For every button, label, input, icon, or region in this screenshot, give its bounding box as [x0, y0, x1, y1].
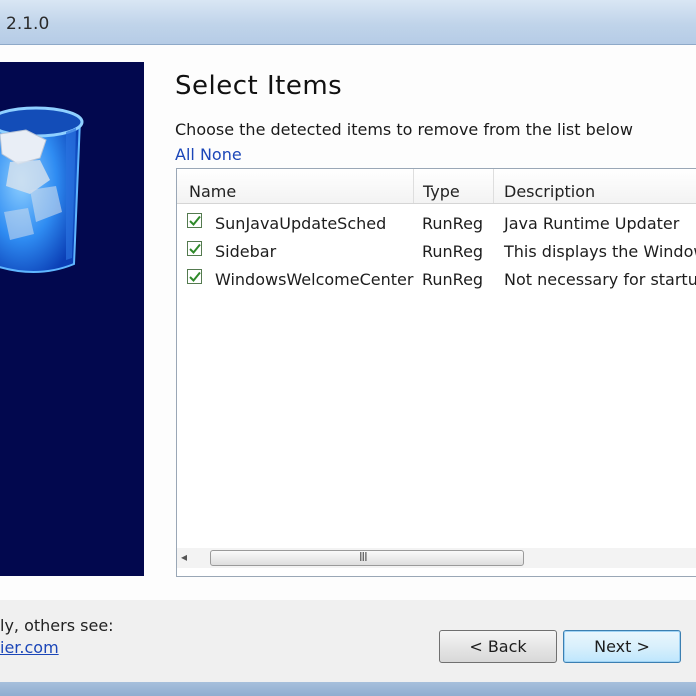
item-name: SunJavaUpdateSched [215, 214, 387, 233]
select-links: All None [175, 145, 242, 164]
scroll-left-icon[interactable]: ◂ [181, 550, 187, 564]
item-description: Not necessary for startu [504, 270, 696, 289]
window-title: 2.1.0 [6, 14, 50, 34]
checkmark-icon [189, 243, 201, 254]
checkmark-icon [189, 215, 201, 226]
list-item[interactable]: SunJavaUpdateSched RunReg Java Runtime U… [177, 210, 696, 238]
instruction-text: Choose the detected items to remove from… [175, 120, 633, 139]
column-divider[interactable] [493, 169, 494, 203]
next-button[interactable]: Next > [563, 630, 681, 663]
item-name: Sidebar [215, 242, 277, 261]
grip-icon: III [359, 550, 368, 564]
column-divider[interactable] [413, 169, 414, 203]
item-name: WindowsWelcomeCenter [215, 270, 414, 289]
page-title: Select Items [175, 71, 343, 101]
scrollbar-thumb[interactable]: III [210, 550, 524, 566]
item-description: This displays the Window [504, 242, 696, 261]
column-header-name[interactable]: Name [189, 182, 236, 201]
column-header-type[interactable]: Type [423, 182, 460, 201]
horizontal-scrollbar[interactable]: ◂ III [177, 548, 696, 568]
checkmark-icon [189, 271, 201, 282]
list-header: Name Type Description [177, 169, 696, 204]
item-description: Java Runtime Updater [504, 214, 680, 233]
list-item[interactable]: Sidebar RunReg This displays the Window [177, 238, 696, 266]
item-checkbox[interactable] [187, 269, 202, 284]
website-link[interactable]: ier.com [0, 638, 59, 657]
wizard-banner [0, 62, 144, 576]
item-checkbox[interactable] [187, 241, 202, 256]
window-titlebar[interactable]: 2.1.0 [0, 0, 696, 45]
item-checkbox[interactable] [187, 213, 202, 228]
select-none-link[interactable]: None [200, 145, 242, 164]
recycle-bin-icon [0, 106, 84, 273]
footer-text: ly, others see: [0, 616, 114, 635]
wizard-client-area: Select Items Choose the detected items t… [0, 45, 696, 682]
list-item[interactable]: WindowsWelcomeCenter RunReg Not necessar… [177, 266, 696, 294]
items-list[interactable]: Name Type Description SunJavaUpdateSched… [176, 168, 696, 577]
back-button[interactable]: < Back [439, 630, 557, 663]
item-type: RunReg [422, 214, 484, 233]
window-frame-bottom [0, 682, 696, 696]
column-header-description[interactable]: Description [504, 182, 595, 201]
item-type: RunReg [422, 242, 484, 261]
item-type: RunReg [422, 270, 484, 289]
select-all-link[interactable]: All [175, 145, 195, 164]
